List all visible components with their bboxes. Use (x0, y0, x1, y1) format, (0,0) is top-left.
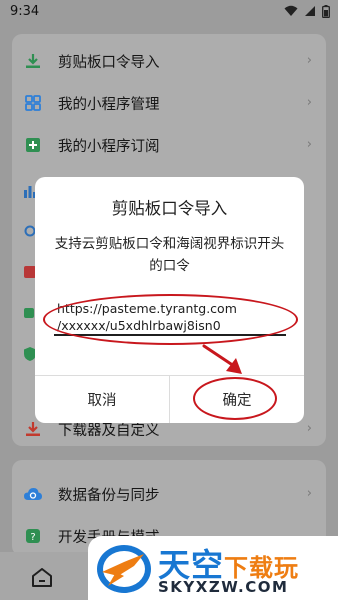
annotation-arrow-icon (202, 344, 242, 374)
help-icon: ? (24, 527, 42, 545)
menu-item-miniapp-subscribe[interactable]: 我的小程序订阅 › (12, 124, 326, 166)
signal-icon (305, 6, 315, 16)
menu-item-label: 剪贴板口令导入 (58, 54, 160, 71)
cloud-sync-icon (24, 485, 42, 503)
watermark-en-text: SKYXZW.COM (158, 578, 289, 596)
chevron-right-icon: › (306, 421, 312, 436)
clipboard-import-dialog: 剪贴板口令导入 支持云剪贴板口令和海阔视界标识开头的口令 https://pas… (35, 177, 304, 423)
battery-icon (322, 4, 330, 18)
annotation-ellipse-confirm (193, 377, 277, 420)
menu-item-label: 数据备份与同步 (58, 487, 160, 504)
svg-text:?: ? (30, 532, 35, 543)
menu-item-clipboard-import[interactable]: 剪贴板口令导入 › (12, 40, 326, 82)
download-icon (24, 52, 42, 70)
status-time: 9:34 (10, 3, 40, 19)
menu-item-miniapp-manage[interactable]: 我的小程序管理 › (12, 82, 326, 124)
menu-item-label: 我的小程序管理 (58, 96, 160, 113)
chevron-right-icon: › (306, 486, 312, 501)
cancel-button[interactable]: 取消 (35, 376, 169, 422)
apps-grid-icon (24, 94, 42, 112)
wifi-icon (284, 5, 298, 16)
downloader-icon (24, 420, 42, 438)
menu-item-backup-sync[interactable]: 数据备份与同步 › (12, 473, 326, 515)
dialog-title: 剪贴板口令导入 (111, 199, 228, 218)
annotation-ellipse-input (43, 294, 298, 345)
chevron-right-icon: › (306, 53, 312, 68)
subscribe-icon (24, 136, 42, 154)
status-bar: 9:34 (0, 0, 338, 22)
airplane-logo-icon (97, 545, 151, 593)
chevron-right-icon: › (306, 95, 312, 110)
dialog-message: 支持云剪贴板口令和海阔视界标识开头的口令 (54, 236, 285, 274)
status-icons (284, 4, 330, 18)
site-watermark: 天空下载玩 SKYXZW.COM (88, 536, 338, 600)
chevron-right-icon: › (306, 137, 312, 152)
menu-item-label: 我的小程序订阅 (58, 138, 160, 155)
home-icon[interactable] (31, 568, 53, 592)
